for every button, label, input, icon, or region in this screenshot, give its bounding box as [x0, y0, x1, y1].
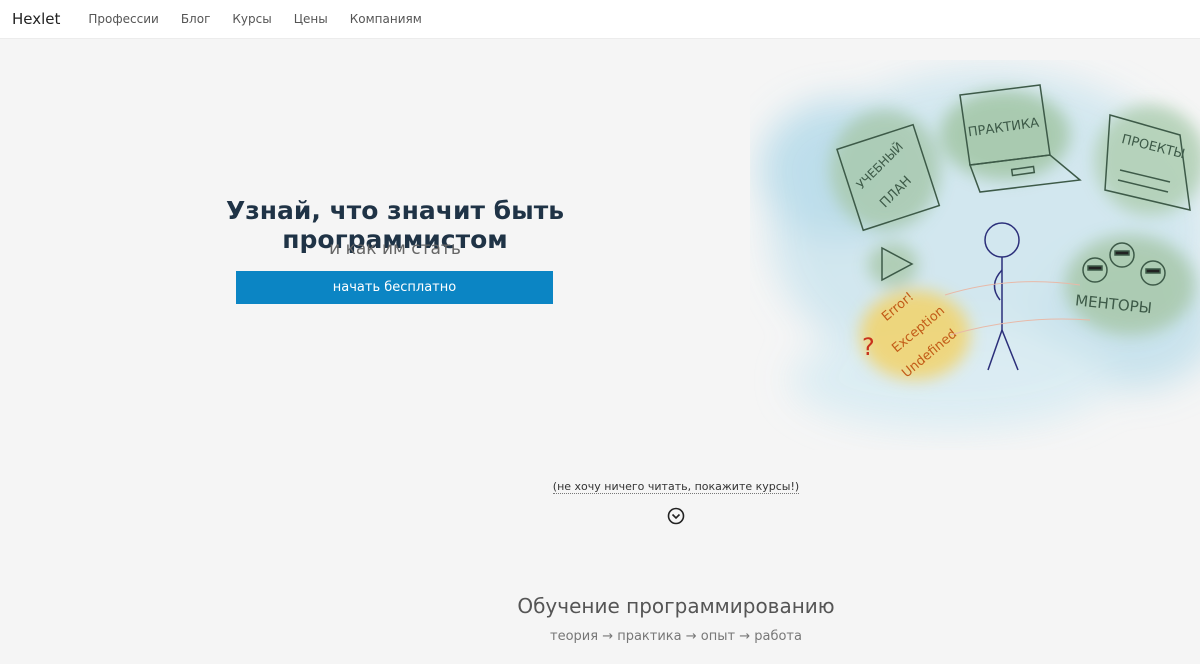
- brand-logo-link[interactable]: Hexlet: [12, 10, 60, 28]
- start-free-button[interactable]: начать бесплатно: [236, 271, 553, 304]
- nav-link-prices[interactable]: Цены: [294, 12, 328, 26]
- nav-link-companies[interactable]: Компаниям: [350, 12, 422, 26]
- skip-to-courses-link[interactable]: (не хочу ничего читать, покажите курсы!): [476, 480, 876, 494]
- nav-link-blog[interactable]: Блог: [181, 12, 211, 26]
- nav-links: Профессии Блог Курсы Цены Компаниям: [88, 12, 443, 26]
- skip-to-courses-text: (не хочу ничего читать, покажите курсы!): [552, 480, 800, 494]
- top-navbar: Hexlet Профессии Блог Курсы Цены Компани…: [0, 0, 1200, 39]
- section-subtitle: теория → практика → опыт → работа: [550, 629, 802, 644]
- section-title: Обучение программированию: [517, 594, 835, 618]
- question-mark-label: ?: [862, 333, 875, 361]
- learning-path-illustration: УЧЕБНЫЙ ПЛАН ПРАКТИКА ПРОЕКТЫ МЕНТОРЫ Er…: [760, 70, 1200, 430]
- nav-link-professions[interactable]: Профессии: [88, 12, 158, 26]
- scroll-down-icon[interactable]: [667, 507, 685, 525]
- nav-link-courses[interactable]: Курсы: [232, 12, 271, 26]
- hero-subtitle: и как им стать: [329, 239, 461, 259]
